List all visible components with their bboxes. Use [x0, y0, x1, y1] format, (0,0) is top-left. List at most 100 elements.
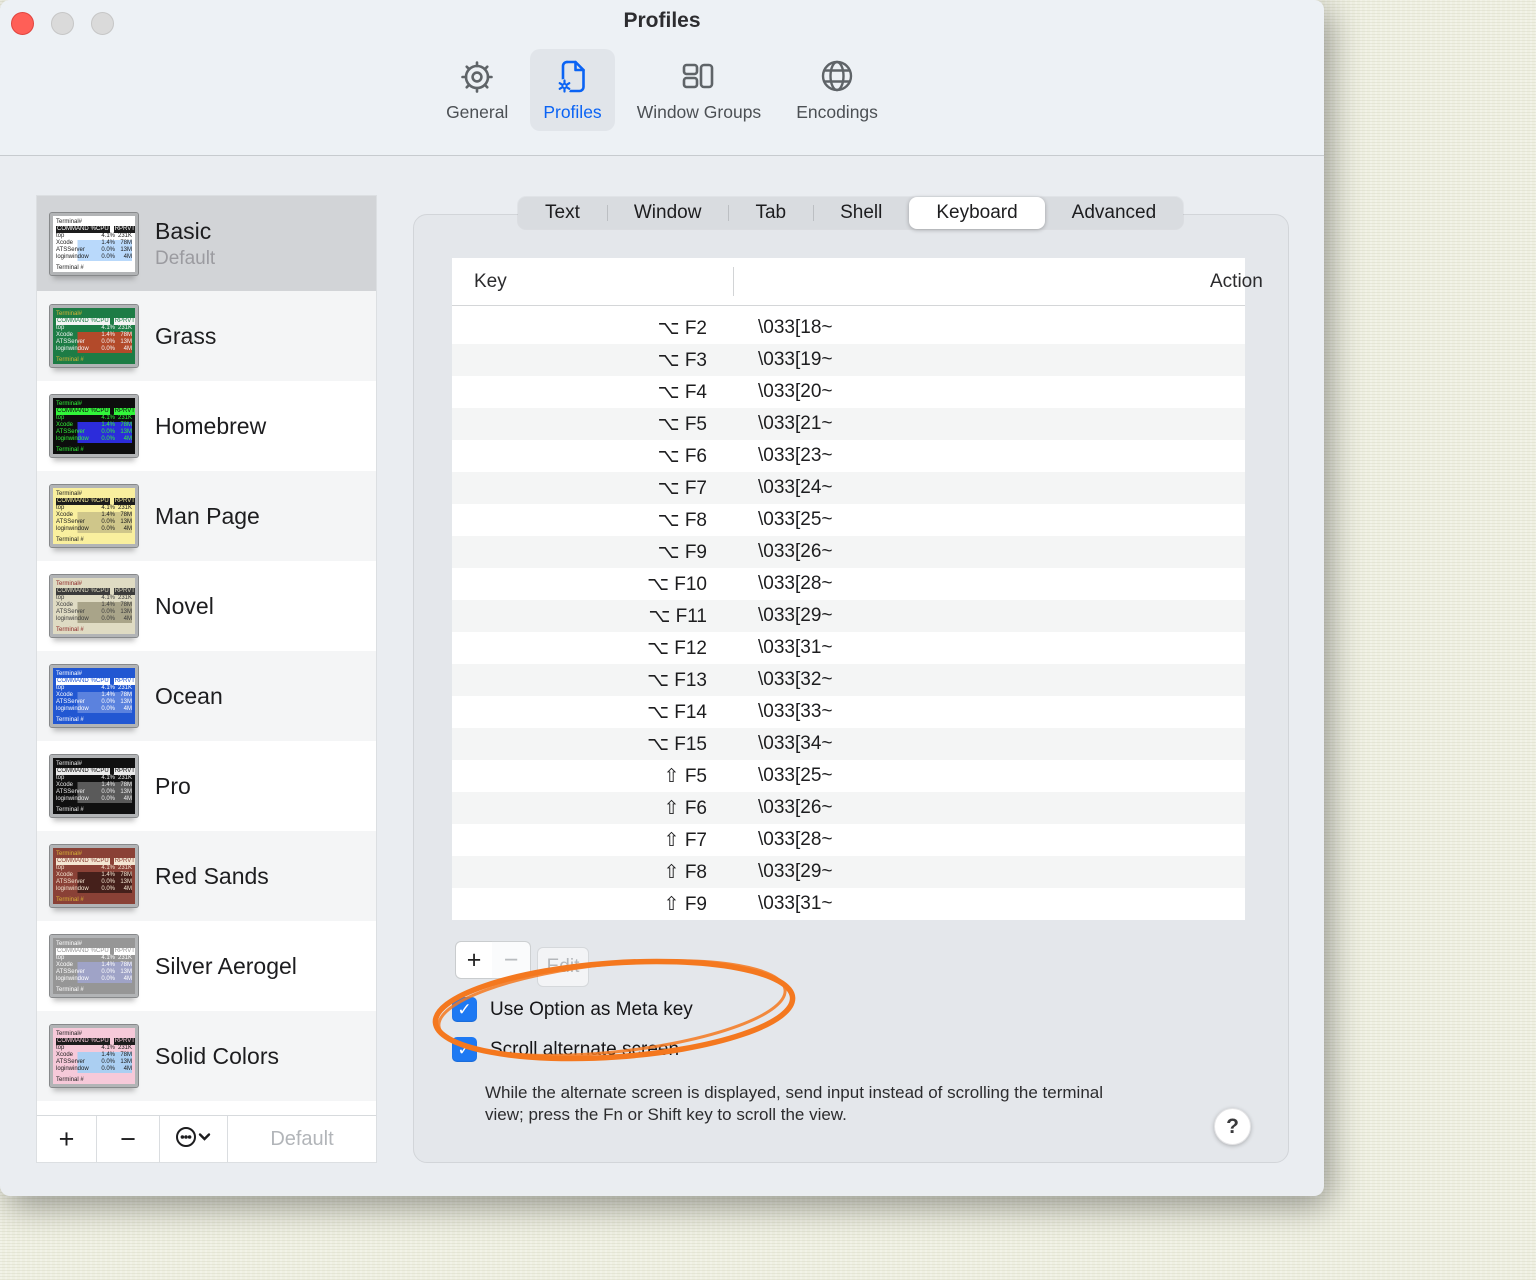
action-cell: \033[23~: [758, 445, 833, 466]
profile-list: Terminal# COMMAND %CPU RPRVT top 4.1% 231K…: [37, 196, 376, 1117]
action-cell: \033[24~: [758, 477, 833, 498]
table-row[interactable]: ⌥ F4 \033[20~: [452, 376, 1245, 408]
table-row[interactable]: ⇧ F5 \033[25~: [452, 760, 1245, 792]
checkbox-use-option-as-meta[interactable]: ✓: [452, 997, 477, 1022]
profile-thumbnail: Terminal# COMMAND %CPU RPRVT top 4.1% 231K…: [49, 754, 139, 818]
table-row[interactable]: ⌥ F7 \033[24~: [452, 472, 1245, 504]
key-cell: ⌥ F7: [657, 477, 707, 499]
checkbox-scroll-alternate-screen[interactable]: ✓: [452, 1037, 477, 1062]
toolbar-item-encodings[interactable]: Encodings: [783, 49, 891, 131]
key-cell: ⌥ F3: [657, 349, 707, 371]
key-cell: ⌥ F8: [657, 509, 707, 531]
table-row[interactable]: ⇧ F6 \033[26~: [452, 792, 1245, 824]
table-row[interactable]: ⌥ F2 \033[18~: [452, 312, 1245, 344]
tab-keyboard[interactable]: Keyboard: [909, 197, 1045, 229]
action-cell: \033[33~: [758, 701, 833, 722]
key-cell: ⌥ F2: [657, 317, 707, 339]
profile-sidebar: Terminal# COMMAND %CPU RPRVT top 4.1% 231K…: [36, 195, 377, 1163]
key-cell: ⌥ F4: [657, 381, 707, 403]
profile-list-buttons: + − Default: [37, 1115, 376, 1162]
key-cell: ⌥ F11: [648, 605, 707, 627]
table-row[interactable]: ⌥ F6 \033[23~: [452, 440, 1245, 472]
toolbar-item-label: Window Groups: [636, 102, 762, 122]
table-row[interactable]: ⌥ F13 \033[32~: [452, 664, 1245, 696]
action-cell: \033[32~: [758, 669, 833, 690]
window-title: Profiles: [623, 9, 701, 32]
action-cell: \033[31~: [758, 637, 833, 658]
profile-actions-menu-button[interactable]: [160, 1116, 228, 1162]
ellipsis-circle-chevron-icon: [174, 1125, 214, 1154]
profile-row[interactable]: Terminal# COMMAND %CPU RPRVT top 4.1% 231K…: [37, 291, 376, 381]
profile-thumbnail: Terminal# COMMAND %CPU RPRVT top 4.1% 231K…: [49, 844, 139, 908]
table-row[interactable]: ⌥ F10 \033[28~: [452, 568, 1245, 600]
profile-row[interactable]: Terminal# COMMAND %CPU RPRVT top 4.1% 231K…: [37, 651, 376, 741]
remove-profile-button[interactable]: −: [97, 1116, 160, 1162]
profile-row[interactable]: Terminal# COMMAND %CPU RPRVT top 4.1% 231K…: [37, 561, 376, 651]
table-row[interactable]: ⌥ F9 \033[26~: [452, 536, 1245, 568]
edit-key-button[interactable]: Edit: [537, 947, 589, 987]
action-cell: \033[31~: [758, 893, 833, 914]
table-row[interactable]: ⌥ F15 \033[34~: [452, 728, 1245, 760]
table-row[interactable]: ⌥ F11 \033[29~: [452, 600, 1245, 632]
key-cell: ⇧ F8: [663, 861, 707, 883]
profile-name: Man Page: [155, 502, 260, 529]
add-key-button[interactable]: +: [455, 941, 493, 979]
profile-row[interactable]: Terminal# COMMAND %CPU RPRVT top 4.1% 231K…: [37, 1011, 376, 1101]
profile-row[interactable]: Terminal# COMMAND %CPU RPRVT top 4.1% 231K…: [37, 471, 376, 561]
profile-row[interactable]: Terminal# COMMAND %CPU RPRVT top 4.1% 231K…: [37, 831, 376, 921]
table-row[interactable]: ⌥ F14 \033[33~: [452, 696, 1245, 728]
desktop: { "window": { "title": "Profiles" }, "to…: [0, 0, 1536, 1280]
profile-row[interactable]: Terminal# COMMAND %CPU RPRVT top 4.1% 231K…: [37, 921, 376, 1011]
column-divider: [733, 267, 734, 296]
profile-thumbnail: Terminal# COMMAND %CPU RPRVT top 4.1% 231K…: [49, 574, 139, 638]
profile-document-icon: [551, 56, 595, 100]
profile-name: Silver Aerogel: [155, 952, 297, 979]
profile-default-badge: Default: [155, 247, 216, 269]
table-row[interactable]: ⌥ F5 \033[21~: [452, 408, 1245, 440]
profile-thumbnail: Terminal# COMMAND %CPU RPRVT top 4.1% 231K…: [49, 304, 139, 368]
key-cell: ⇧ F7: [663, 829, 707, 851]
tab-text[interactable]: Text: [518, 197, 607, 229]
table-row[interactable]: ⌥ F3 \033[19~: [452, 344, 1245, 376]
terminal-preferences-window: Profiles General Profiles Window Groups …: [0, 0, 1324, 1196]
remove-key-button[interactable]: −: [492, 941, 531, 979]
column-header-action: Action: [1210, 270, 1263, 292]
table-row[interactable]: ⌥ F8 \033[25~: [452, 504, 1245, 536]
action-cell: \033[26~: [758, 541, 833, 562]
toolbar-item-profiles[interactable]: Profiles: [530, 49, 615, 131]
profile-name: Homebrew: [155, 412, 267, 439]
toolbar-item-general[interactable]: General: [433, 49, 521, 131]
tab-tab[interactable]: Tab: [728, 197, 813, 229]
title-bar: Profiles General Profiles Window Groups …: [0, 0, 1324, 156]
action-cell: \033[18~: [758, 317, 833, 338]
profile-row[interactable]: Terminal# COMMAND %CPU RPRVT top 4.1% 231K…: [37, 741, 376, 831]
profile-name: Grass: [155, 322, 217, 349]
table-row[interactable]: ⇧ F8 \033[29~: [452, 856, 1245, 888]
add-profile-button[interactable]: +: [37, 1116, 97, 1162]
key-cell: ⌥ F13: [647, 669, 707, 691]
use-option-meta-row: ✓ Use Option as Meta key: [452, 997, 693, 1022]
profile-row[interactable]: Terminal# COMMAND %CPU RPRVT top 4.1% 231K…: [37, 381, 376, 471]
tab-advanced[interactable]: Advanced: [1045, 197, 1184, 229]
help-button[interactable]: ?: [1214, 1108, 1251, 1145]
action-cell: \033[21~: [758, 413, 833, 434]
tab-window[interactable]: Window: [606, 197, 729, 229]
action-cell: \033[28~: [758, 829, 833, 850]
toolbar-item-window-groups[interactable]: Window Groups: [624, 49, 775, 131]
table-row[interactable]: ⇧ F7 \033[28~: [452, 824, 1245, 856]
key-cell: ⇧ F6: [663, 797, 707, 819]
window-groups-icon: [677, 56, 721, 100]
toolbar-item-label: Profiles: [543, 102, 602, 122]
tab-shell[interactable]: Shell: [813, 197, 909, 229]
profile-name: Novel: [155, 592, 214, 619]
toolbar-item-label: General: [446, 102, 509, 122]
key-cell: ⇧ F5: [663, 765, 707, 787]
default-button[interactable]: Default: [228, 1116, 376, 1162]
globe-icon: [815, 56, 859, 100]
action-cell: \033[29~: [758, 605, 833, 626]
alternate-screen-help-text: While the alternate screen is displayed,…: [485, 1083, 1104, 1124]
key-cell: ⌥ F12: [647, 637, 707, 659]
table-row[interactable]: ⇧ F9 \033[31~: [452, 888, 1245, 920]
profile-row[interactable]: Terminal# COMMAND %CPU RPRVT top 4.1% 231K…: [37, 196, 376, 291]
table-row[interactable]: ⌥ F12 \033[31~: [452, 632, 1245, 664]
